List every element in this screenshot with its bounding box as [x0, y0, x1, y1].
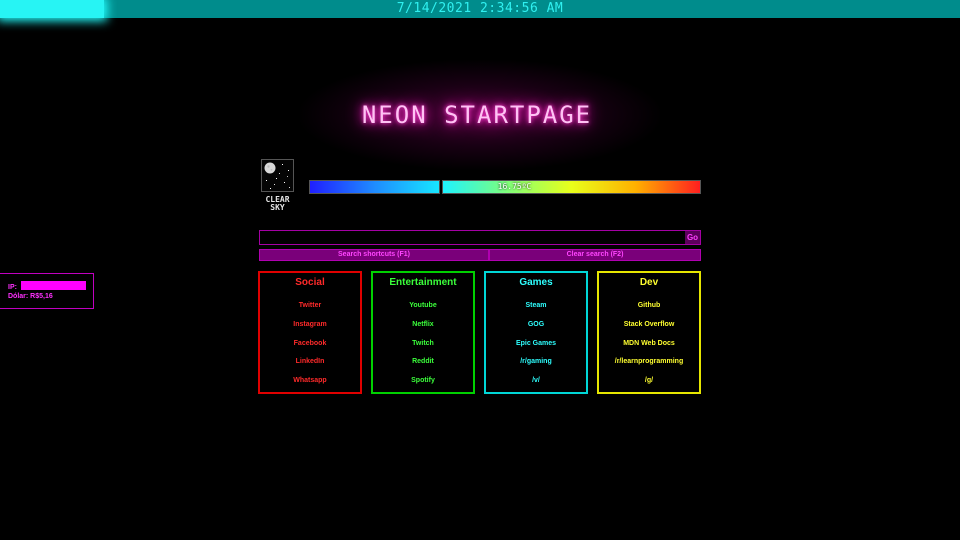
dollar-rate: Dólar: R$5,16: [8, 293, 53, 300]
link-instagram[interactable]: Instagram: [260, 320, 360, 329]
link-whatsapp[interactable]: Whatsapp: [260, 376, 360, 385]
ip-label: IP:: [8, 284, 17, 291]
link-r-gaming[interactable]: /r/gaming: [486, 357, 586, 366]
link-mdn-web-docs[interactable]: MDN Web Docs: [599, 339, 699, 348]
category-card-games: Games Steam GOG Epic Games /r/gaming /v/: [484, 271, 588, 394]
go-button[interactable]: Go: [685, 231, 700, 244]
page-title: NEON STARTPAGE: [361, 101, 593, 129]
category-title: Dev: [639, 277, 659, 288]
link-twitter[interactable]: Twitter: [260, 301, 360, 310]
link-facebook[interactable]: Facebook: [260, 339, 360, 348]
link-linkedin[interactable]: LinkedIn: [260, 357, 360, 366]
link-netflix[interactable]: Netflix: [373, 320, 473, 329]
link-r-learnprogramming[interactable]: /r/learnprogramming: [599, 357, 699, 366]
link-spotify[interactable]: Spotify: [373, 376, 473, 385]
info-panel: IP: Dólar: R$5,16: [0, 273, 94, 309]
category-card-dev: Dev Github Stack Overflow MDN Web Docs /…: [597, 271, 701, 394]
link-gog[interactable]: GOG: [486, 320, 586, 329]
link-twitch[interactable]: Twitch: [373, 339, 473, 348]
clear-search-button[interactable]: Clear search (F2): [489, 249, 701, 261]
ip-redaction: [21, 281, 86, 290]
link-v[interactable]: /v/: [486, 376, 586, 385]
link-youtube[interactable]: Youtube: [373, 301, 473, 310]
search-shortcuts-button[interactable]: Search shortcuts (F1): [259, 249, 489, 261]
link-epic-games[interactable]: Epic Games: [486, 339, 586, 348]
top-bar: 7/14/2021 2:34:56 AM: [0, 0, 960, 18]
category-title: Social: [295, 277, 325, 288]
moon-night-icon: [261, 159, 294, 192]
temperature-value: 16.75ºC: [497, 182, 532, 191]
temperature-bar-cold: [309, 180, 440, 194]
clock: 7/14/2021 2:34:56 AM: [396, 1, 564, 16]
search-box: Go: [259, 230, 701, 245]
link-g[interactable]: /g/: [599, 376, 699, 385]
category-title: Entertainment: [389, 277, 457, 288]
weather-condition: CLEAR SKY: [265, 195, 290, 212]
link-stack-overflow[interactable]: Stack Overflow: [599, 320, 699, 329]
category-title: Games: [519, 277, 553, 288]
category-card-social: Social Twitter Instagram Facebook Linked…: [258, 271, 362, 394]
link-github[interactable]: Github: [599, 301, 699, 310]
link-reddit[interactable]: Reddit: [373, 357, 473, 366]
search-input[interactable]: [260, 231, 685, 244]
category-card-entertainment: Entertainment Youtube Netflix Twitch Red…: [371, 271, 475, 394]
temperature-bar: 16.75ºC: [309, 180, 701, 194]
link-steam[interactable]: Steam: [486, 301, 586, 310]
